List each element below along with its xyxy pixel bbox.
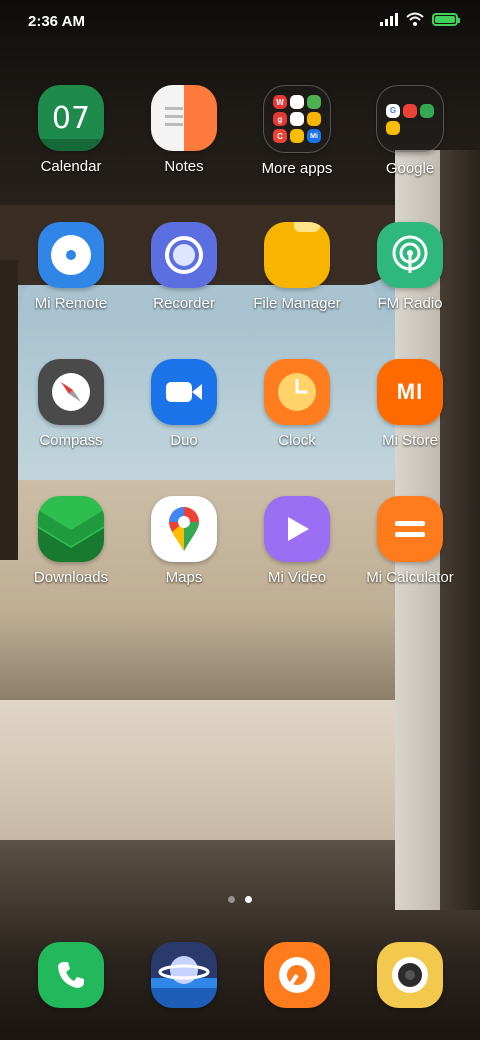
app-clock[interactable]: Clock	[241, 359, 353, 449]
camera-icon	[392, 957, 428, 993]
status-bar: 2:36 AM	[0, 0, 480, 44]
signal-icon	[380, 12, 398, 26]
app-label: Mi Calculator	[366, 569, 454, 586]
app-label: Maps	[165, 569, 203, 586]
app-fm-radio[interactable]: FM Radio	[354, 222, 466, 312]
app-label: More apps	[261, 160, 333, 177]
download-icon	[38, 496, 104, 562]
app-label: Mi Store	[382, 432, 438, 449]
mini-drive-icon	[420, 103, 434, 118]
mini-chrome-icon: C	[273, 129, 287, 143]
mini-google-icon: G	[386, 103, 400, 118]
mini-files-icon	[307, 112, 321, 126]
app-mi-remote[interactable]: Mi Remote	[15, 222, 127, 312]
app-mi-calculator[interactable]: Mi Calculator	[354, 496, 466, 586]
app-mi-video[interactable]: Mi Video	[241, 496, 353, 586]
mini-mail-icon	[290, 112, 304, 126]
mini-mipay-icon: Mi	[307, 129, 321, 143]
video-camera-icon	[151, 359, 217, 425]
app-mi-store[interactable]: MI Mi Store	[354, 359, 466, 449]
mini-photos-icon	[386, 120, 400, 135]
page-dot	[228, 896, 235, 903]
mini-youtube-icon	[403, 103, 417, 118]
mi-logo-text: MI	[396, 379, 424, 404]
recorder-icon	[151, 222, 217, 288]
remote-icon	[38, 222, 104, 288]
folder-icon: W g C Mi	[263, 85, 331, 153]
page-dot-active	[245, 896, 252, 903]
compass-icon	[38, 359, 104, 425]
app-label: Downloads	[33, 569, 109, 586]
dock-camera[interactable]	[377, 942, 443, 1008]
folder-file-icon	[264, 222, 330, 288]
app-label: Mi Video	[267, 569, 327, 586]
dock-browser[interactable]	[151, 942, 217, 1008]
app-label: Clock	[278, 432, 316, 449]
app-recorder[interactable]: Recorder	[128, 222, 240, 312]
mini-g-icon: g	[273, 112, 287, 126]
calculator-icon	[377, 496, 443, 562]
app-label: Duo	[170, 432, 198, 449]
app-label: Calendar	[40, 158, 102, 175]
app-label: File Manager	[253, 295, 341, 312]
mi-store-icon: MI	[377, 359, 443, 425]
radio-icon	[377, 222, 443, 288]
clock-icon	[264, 359, 330, 425]
battery-charging-icon	[432, 12, 460, 26]
app-calendar[interactable]: 07 Calendar	[15, 85, 127, 175]
app-compass[interactable]: Compass	[15, 359, 127, 449]
app-label: Google	[385, 160, 435, 177]
calendar-date: 07	[51, 100, 91, 136]
mini-photos-icon	[290, 95, 304, 109]
dock-music[interactable]	[264, 942, 330, 1008]
notes-icon	[151, 85, 217, 151]
status-icons	[380, 12, 460, 26]
phone-icon	[58, 962, 84, 988]
folder-google[interactable]: G Google	[354, 85, 466, 177]
page-indicator	[0, 896, 480, 903]
app-downloads[interactable]: Downloads	[15, 496, 127, 586]
play-icon	[264, 496, 330, 562]
app-label: Mi Remote	[34, 295, 108, 312]
music-icon	[279, 957, 315, 993]
app-duo[interactable]: Duo	[128, 359, 240, 449]
calendar-icon: 07	[38, 85, 104, 151]
app-maps[interactable]: Maps	[128, 496, 240, 586]
app-label: FM Radio	[377, 295, 443, 312]
status-time: 2:36 AM	[28, 13, 85, 30]
mini-app-icon	[307, 95, 321, 109]
folder-icon: G	[376, 85, 444, 153]
app-file-manager[interactable]: File Manager	[241, 222, 353, 312]
app-notes[interactable]: Notes	[128, 85, 240, 175]
maps-pin-icon	[151, 496, 217, 562]
wifi-icon	[406, 12, 424, 26]
dock-phone[interactable]	[38, 942, 104, 1008]
browser-planet-icon	[151, 956, 217, 1008]
mini-drive-icon	[290, 129, 304, 143]
app-label: Compass	[39, 432, 103, 449]
app-label: Recorder	[153, 295, 215, 312]
mini-wps-icon: W	[273, 95, 287, 109]
folder-more-apps[interactable]: W g C Mi More apps	[241, 85, 353, 177]
app-label: Notes	[164, 158, 204, 175]
